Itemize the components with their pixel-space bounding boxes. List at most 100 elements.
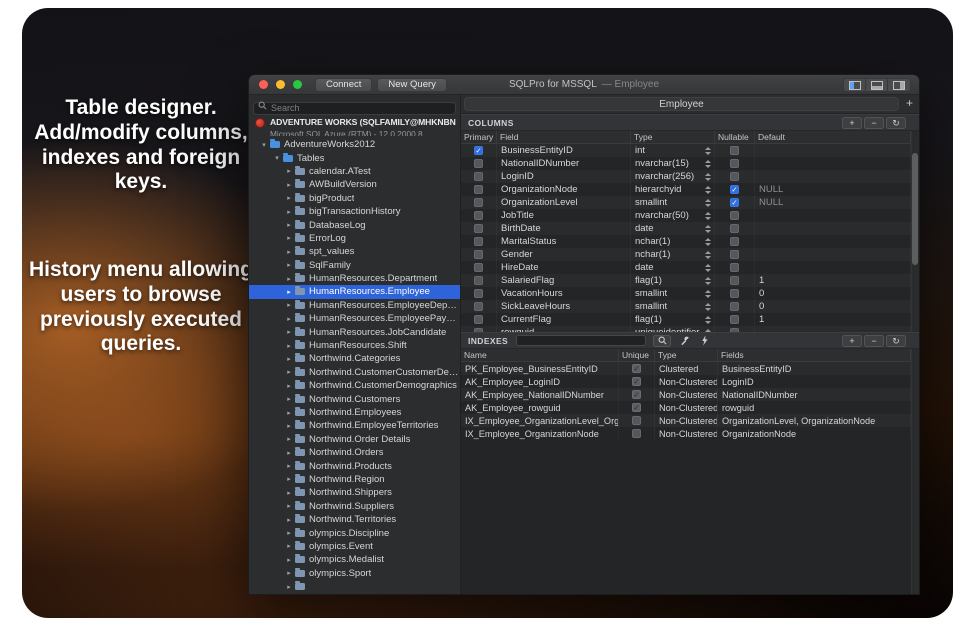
type-cell[interactable]: date [631, 222, 715, 235]
add-index-button[interactable]: + [842, 335, 862, 347]
index-fields-cell[interactable]: LoginID [718, 375, 911, 388]
default-cell[interactable] [755, 144, 911, 157]
sidebar-item-table[interactable]: ▸calendar.ATest [249, 165, 460, 178]
remove-column-button[interactable]: − [864, 117, 884, 129]
primary-checkbox[interactable]: ✓ [474, 146, 483, 155]
primary-checkbox[interactable] [474, 198, 483, 207]
refresh-indexes-button[interactable]: ↻ [886, 335, 906, 347]
type-stepper-icon[interactable] [705, 160, 711, 168]
column-row[interactable]: MaritalStatusnchar(1) [461, 235, 911, 248]
nullable-checkbox[interactable] [730, 289, 739, 298]
index-type-cell[interactable]: Non-Clustered [655, 427, 718, 440]
primary-checkbox[interactable] [474, 172, 483, 181]
type-stepper-icon[interactable] [705, 303, 711, 311]
sidebar-item-table[interactable]: ▸spt_values [249, 245, 460, 258]
close-button[interactable] [259, 80, 268, 89]
sidebar-item-table[interactable]: ▸HumanResources.EmployeeDepartmentHistor… [249, 299, 460, 312]
primary-checkbox[interactable] [474, 250, 483, 259]
sidebar-item-table[interactable]: ▸AWBuildVersion [249, 178, 460, 191]
unique-checkbox[interactable]: ✓ [632, 364, 641, 373]
sidebar-item-table[interactable]: ▸DatabaseLog [249, 218, 460, 231]
field-cell[interactable]: HireDate [497, 261, 631, 274]
index-row[interactable]: PK_Employee_BusinessEntityID✓ClusteredBu… [461, 362, 911, 375]
index-type-cell[interactable]: Non-Clustered [655, 401, 718, 414]
unique-checkbox[interactable]: ✓ [632, 377, 641, 386]
index-fields-cell[interactable]: rowguid [718, 401, 911, 414]
nullable-checkbox[interactable] [730, 263, 739, 272]
remove-index-button[interactable]: − [864, 335, 884, 347]
sidebar-search-input[interactable] [253, 102, 456, 115]
default-cell[interactable]: 1 [755, 274, 911, 287]
type-cell[interactable]: nchar(1) [631, 248, 715, 261]
column-row[interactable]: BirthDatedate [461, 222, 911, 235]
type-stepper-icon[interactable] [705, 147, 711, 155]
default-cell[interactable] [755, 170, 911, 183]
nullable-checkbox[interactable] [730, 250, 739, 259]
new-query-button[interactable]: New Query [377, 78, 447, 92]
type-cell[interactable]: nvarchar(15) [631, 157, 715, 170]
add-column-button[interactable]: + [842, 117, 862, 129]
unique-checkbox[interactable] [632, 429, 641, 438]
sidebar-item-table[interactable]: ▸HumanResources.Employee [249, 285, 460, 298]
nullable-checkbox[interactable] [730, 315, 739, 324]
index-row[interactable]: AK_Employee_LoginID✓Non-ClusteredLoginID [461, 375, 911, 388]
nullable-checkbox[interactable] [730, 276, 739, 285]
connect-button[interactable]: Connect [315, 78, 372, 92]
field-cell[interactable]: BusinessEntityID [497, 144, 631, 157]
type-stepper-icon[interactable] [705, 225, 711, 233]
type-cell[interactable]: flag(1) [631, 313, 715, 326]
sidebar-item-table[interactable]: ▸HumanResources.JobCandidate [249, 325, 460, 338]
sidebar-item-table[interactable]: ▸Northwind.Orders [249, 446, 460, 459]
index-row[interactable]: AK_Employee_rowguid✓Non-Clusteredrowguid [461, 401, 911, 414]
field-cell[interactable]: LoginID [497, 170, 631, 183]
nullable-checkbox[interactable]: ✓ [730, 185, 739, 194]
field-cell[interactable]: SalariedFlag [497, 274, 631, 287]
default-cell[interactable] [755, 222, 911, 235]
type-stepper-icon[interactable] [705, 238, 711, 246]
sidebar-item-table[interactable]: ▸olympics.Discipline [249, 526, 460, 539]
sidebar-item-table[interactable]: ▸HumanResources.Shift [249, 339, 460, 352]
index-filter-input[interactable] [516, 335, 646, 346]
sidebar-item-table[interactable]: ▸ [249, 580, 460, 593]
sidebar-item-table[interactable]: ▸HumanResources.Department [249, 272, 460, 285]
type-cell[interactable]: smallint [631, 196, 715, 209]
tab-employee[interactable]: Employee [464, 97, 899, 111]
nullable-checkbox[interactable] [730, 211, 739, 220]
sidebar-item-table[interactable]: ▸HumanResources.EmployeePayHistory [249, 312, 460, 325]
primary-checkbox[interactable] [474, 315, 483, 324]
sidebar-item-table[interactable]: ▸Northwind.Order Details [249, 433, 460, 446]
column-row[interactable]: LoginIDnvarchar(256) [461, 170, 911, 183]
sidebar-item-table[interactable]: ▸SqlFamily [249, 259, 460, 272]
toggle-right-panel-button[interactable] [888, 79, 910, 91]
add-tab-button[interactable]: + [906, 96, 913, 110]
default-cell[interactable]: 1 [755, 313, 911, 326]
toggle-sidebar-button[interactable] [844, 79, 866, 91]
type-stepper-icon[interactable] [705, 212, 711, 220]
field-cell[interactable]: SickLeaveHours [497, 300, 631, 313]
primary-checkbox[interactable] [474, 289, 483, 298]
default-cell[interactable]: NULL [755, 183, 911, 196]
unique-checkbox[interactable]: ✓ [632, 390, 641, 399]
index-name-cell[interactable]: PK_Employee_BusinessEntityID [461, 362, 619, 375]
nullable-checkbox[interactable] [730, 224, 739, 233]
primary-checkbox[interactable] [474, 159, 483, 168]
sidebar-item-table[interactable]: ▸bigTransactionHistory [249, 205, 460, 218]
index-name-cell[interactable]: AK_Employee_LoginID [461, 375, 619, 388]
type-cell[interactable]: nchar(1) [631, 235, 715, 248]
nullable-checkbox[interactable] [730, 237, 739, 246]
field-cell[interactable]: MaritalStatus [497, 235, 631, 248]
field-cell[interactable]: CurrentFlag [497, 313, 631, 326]
sidebar-item-table[interactable]: ▸Northwind.CustomerDemographics [249, 379, 460, 392]
column-row[interactable]: Gendernchar(1) [461, 248, 911, 261]
type-cell[interactable]: nvarchar(256) [631, 170, 715, 183]
sidebar-item-tables[interactable]: ▾ Tables [249, 151, 460, 164]
sidebar-item-table[interactable]: ▸Northwind.Shippers [249, 486, 460, 499]
index-fields-cell[interactable]: BusinessEntityID [718, 362, 911, 375]
index-type-cell[interactable]: Non-Clustered [655, 414, 718, 427]
type-stepper-icon[interactable] [705, 290, 711, 298]
column-row[interactable]: CurrentFlagflag(1) 1 [461, 313, 911, 326]
field-cell[interactable]: BirthDate [497, 222, 631, 235]
zoom-button[interactable] [293, 80, 302, 89]
type-cell[interactable]: smallint [631, 287, 715, 300]
unique-checkbox[interactable]: ✓ [632, 403, 641, 412]
